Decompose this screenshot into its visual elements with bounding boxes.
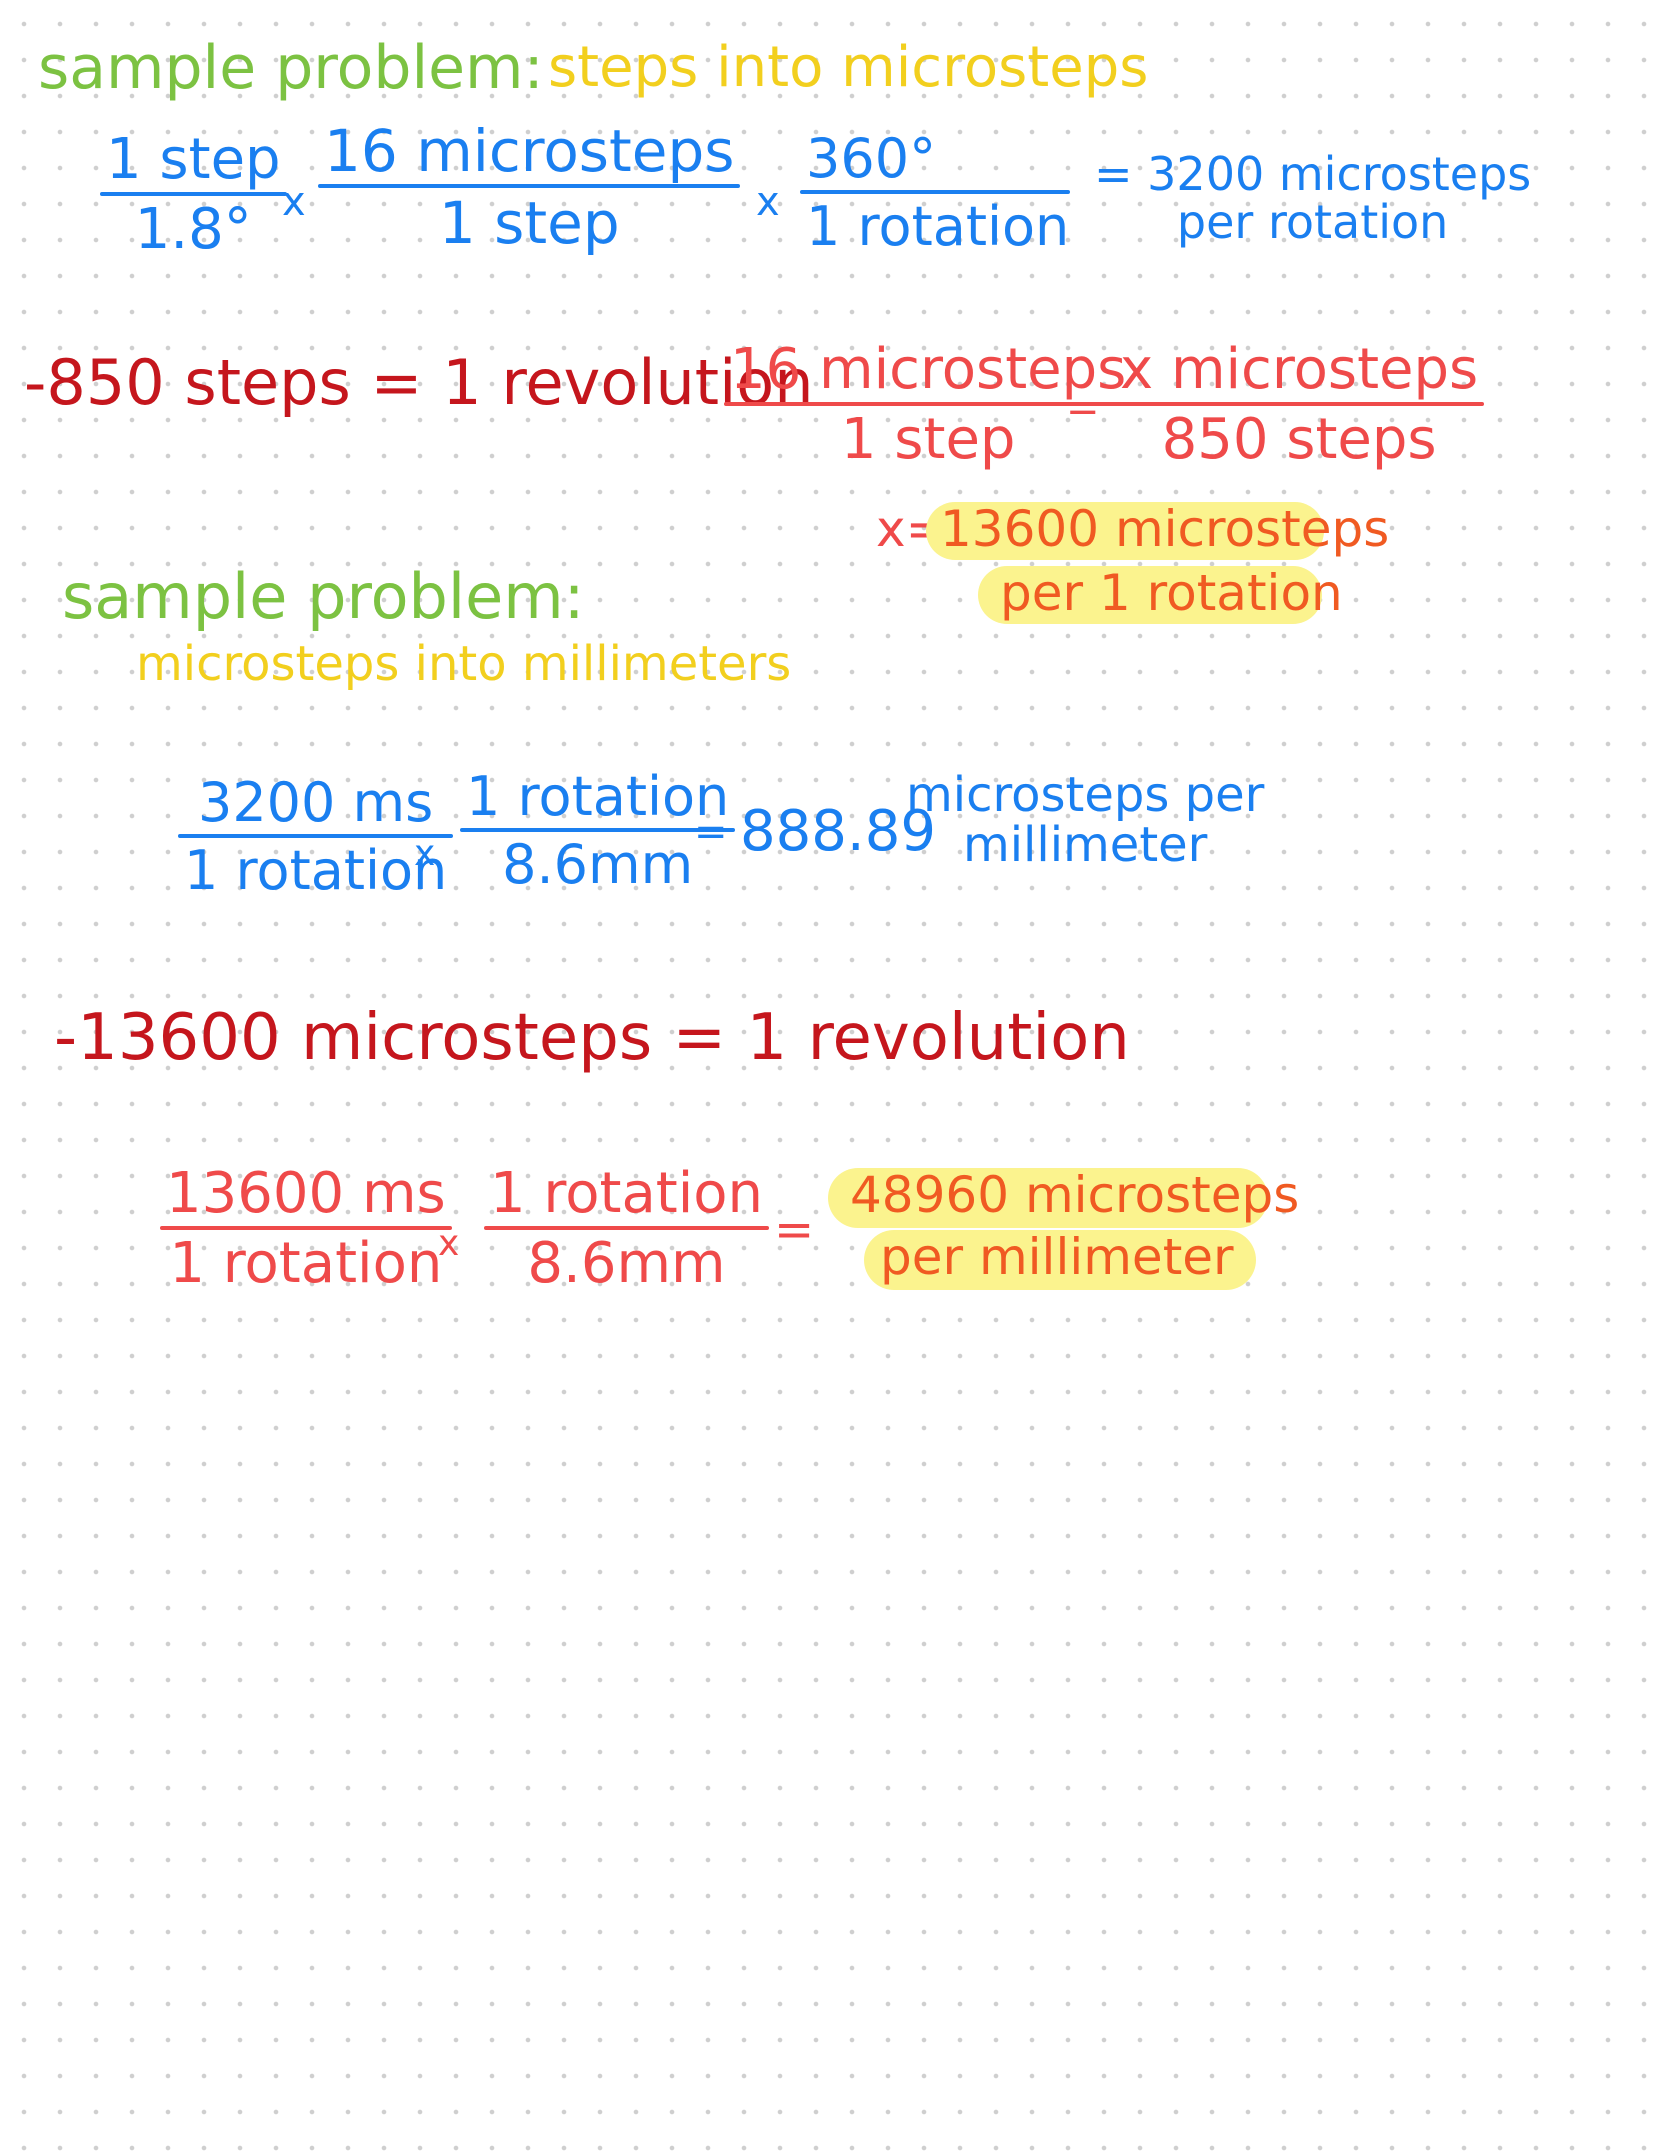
section1-heading: sample problem: <box>38 33 544 103</box>
section4-fraction-ms-per-rotation: 13600 ms 1 rotation <box>160 1166 452 1292</box>
section2-given: -850 steps = 1 revolution <box>24 346 814 419</box>
fraction-bar <box>100 192 287 196</box>
fraction-denominator: 1 rotation <box>806 195 1070 258</box>
section3-unit: microsteps per millimeter <box>906 770 1264 871</box>
fraction-denominator: 1.8° <box>134 197 252 262</box>
fraction-denominator: 8.6mm <box>527 1231 726 1296</box>
fraction-numerator: 360° <box>806 127 937 190</box>
fraction-denominator: 1 rotation <box>184 839 448 902</box>
fraction-numerator: 13600 ms <box>166 1161 446 1226</box>
fraction-bar <box>1114 402 1485 406</box>
fraction-numerator: 3200 ms <box>197 771 434 834</box>
section4-fraction-rotation-per-mm: 1 rotation 8.6mm <box>484 1161 770 1296</box>
multiply-sign: x <box>414 833 436 874</box>
section3-heading: sample problem: <box>62 560 585 633</box>
equals-sign: = <box>1066 385 1100 431</box>
multiply-sign: x <box>282 179 306 225</box>
fraction-bar <box>178 834 454 838</box>
fraction-denominator: 1 step <box>840 407 1016 472</box>
unit-line: millimeter <box>962 817 1208 874</box>
multiply-sign: x <box>438 1223 460 1264</box>
fraction-bar <box>800 190 1070 194</box>
section1-fraction-microsteps-per-step: 16 microsteps 1 step <box>318 117 741 257</box>
fraction-numerator: x microsteps <box>1120 337 1479 402</box>
section4-answer-line1: 48960 microsteps <box>850 1166 1300 1224</box>
fraction-denominator: 1 rotation <box>169 1231 443 1296</box>
result-line: = 3200 microsteps <box>1094 147 1532 201</box>
fraction-denominator: 8.6mm <box>502 833 694 896</box>
section2-answer-line2: per 1 rotation <box>1000 564 1343 622</box>
multiply-sign: x <box>756 179 780 225</box>
section2-fraction-x-per-850: x microsteps 850 steps <box>1114 337 1485 472</box>
result-line: per rotation <box>1176 195 1449 250</box>
equals-sign: = <box>774 1202 815 1258</box>
unit-line: microsteps per <box>906 767 1265 823</box>
section1-fraction-degrees-per-rotation: 360° 1 rotation <box>800 132 1075 254</box>
section4-given: -13600 microsteps = 1 revolution <box>54 1001 1130 1075</box>
fraction-numerator: 16 microsteps <box>324 117 735 185</box>
equals-sign: = <box>694 809 728 855</box>
section3-fraction-ms-per-rotation: 3200 ms 1 rotation <box>178 771 454 902</box>
section2-answer-line1: 13600 microsteps <box>940 500 1390 558</box>
fraction-bar <box>160 1226 452 1230</box>
section4-answer-line2: per millimeter <box>880 1228 1234 1286</box>
fraction-denominator: 850 steps <box>1161 407 1437 472</box>
fraction-denominator: 1 step <box>438 189 620 257</box>
fraction-bar <box>318 184 741 188</box>
section1-result: = 3200 microsteps per rotation <box>1094 150 1531 247</box>
fraction-numerator: 1 step <box>106 127 281 192</box>
fraction-numerator: 1 rotation <box>490 1161 764 1226</box>
fraction-bar <box>484 1226 770 1230</box>
section3-subheading: microsteps into millimeters <box>136 636 792 692</box>
section1-subheading: steps into microsteps <box>548 35 1149 100</box>
section1-fraction-step-per-degree: 1 step 1.8° <box>100 132 287 258</box>
